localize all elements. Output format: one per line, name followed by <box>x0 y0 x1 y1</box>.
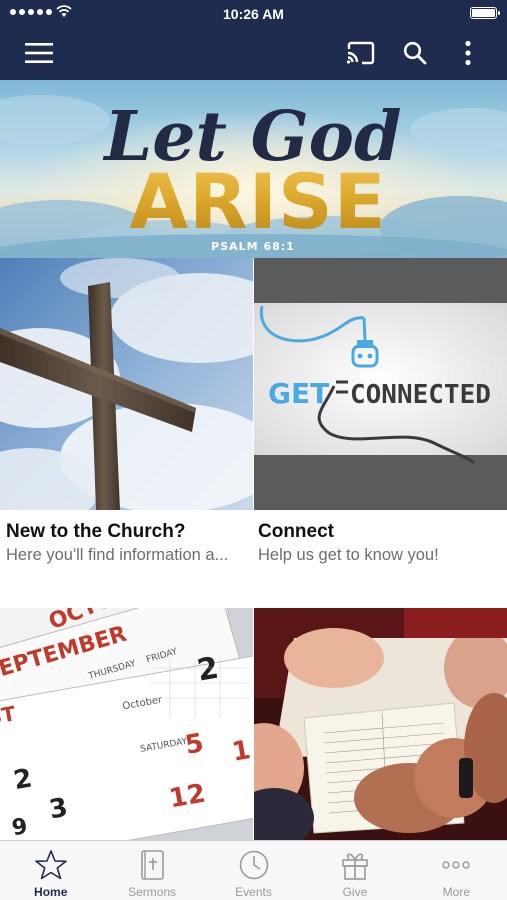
battery-icon <box>470 7 500 19</box>
cross-image <box>0 258 253 510</box>
praying-hands-image <box>254 608 507 840</box>
prayer-tile-image[interactable] <box>254 608 507 840</box>
new-to-church-tile-image[interactable] <box>0 258 253 510</box>
connected-text: CONNECTED <box>350 380 491 410</box>
events-tile-image[interactable]: OCTOBER SEPTEMBER THURSDAY FRIDAY ST Oct… <box>0 608 253 840</box>
new-to-church-caption[interactable]: New to the Church? Here you'll find info… <box>6 521 250 565</box>
app-bar <box>0 26 507 80</box>
star-icon <box>34 850 67 880</box>
clock-icon <box>239 850 268 880</box>
hero-reference: PSALM 68:1 <box>211 240 295 253</box>
tab-label: More <box>442 885 470 899</box>
get-text: GET <box>268 377 329 410</box>
tab-label: Give <box>342 885 368 899</box>
status-time: 10:26 AM <box>223 6 284 22</box>
tab-label: Home <box>34 885 68 899</box>
vertical-dots-icon <box>465 40 471 66</box>
bible-icon <box>141 850 164 880</box>
search-icon <box>403 41 427 65</box>
tab-sermons[interactable]: Sermons <box>101 841 202 900</box>
tab-more[interactable]: More <box>406 841 507 900</box>
hamburger-menu-icon <box>25 43 53 63</box>
get-connected-image: GET CONNECTED <box>254 258 507 510</box>
tab-label: Sermons <box>128 885 177 899</box>
tile-subtitle: Here you'll find information a... <box>6 546 229 564</box>
tile-title: Connect <box>258 521 334 542</box>
hero-banner[interactable]: Let God ARISE PSALM 68:1 <box>0 80 507 258</box>
cast-icon <box>346 41 375 65</box>
svg-text:12: 12 <box>167 779 208 815</box>
connect-caption[interactable]: Connect Help us get to know you! <box>258 521 502 565</box>
tile-subtitle: Help us get to know you! <box>258 546 439 564</box>
more-dots-icon <box>442 861 471 869</box>
search-button[interactable] <box>397 35 433 71</box>
hero-line2: ARISE <box>129 157 386 246</box>
hero-title-graphic: Let God ARISE PSALM 68:1 <box>102 97 401 253</box>
menu-button[interactable] <box>21 35 57 71</box>
connect-tile-image[interactable]: GET CONNECTED <box>254 258 507 510</box>
overflow-menu-button[interactable] <box>450 35 486 71</box>
cast-button[interactable] <box>343 35 379 71</box>
status-bar: 10:26 AM <box>0 0 507 26</box>
tab-give[interactable]: Give <box>304 841 405 900</box>
tab-home[interactable]: Home <box>0 841 101 900</box>
gift-icon <box>342 853 368 880</box>
tab-label: Events <box>235 885 272 899</box>
calendar-pages-image: OCTOBER SEPTEMBER THURSDAY FRIDAY ST Oct… <box>0 608 253 840</box>
tab-bar: Home Sermons Events Give More <box>0 840 507 900</box>
tab-events[interactable]: Events <box>203 841 304 900</box>
tile-title: New to the Church? <box>6 521 186 542</box>
